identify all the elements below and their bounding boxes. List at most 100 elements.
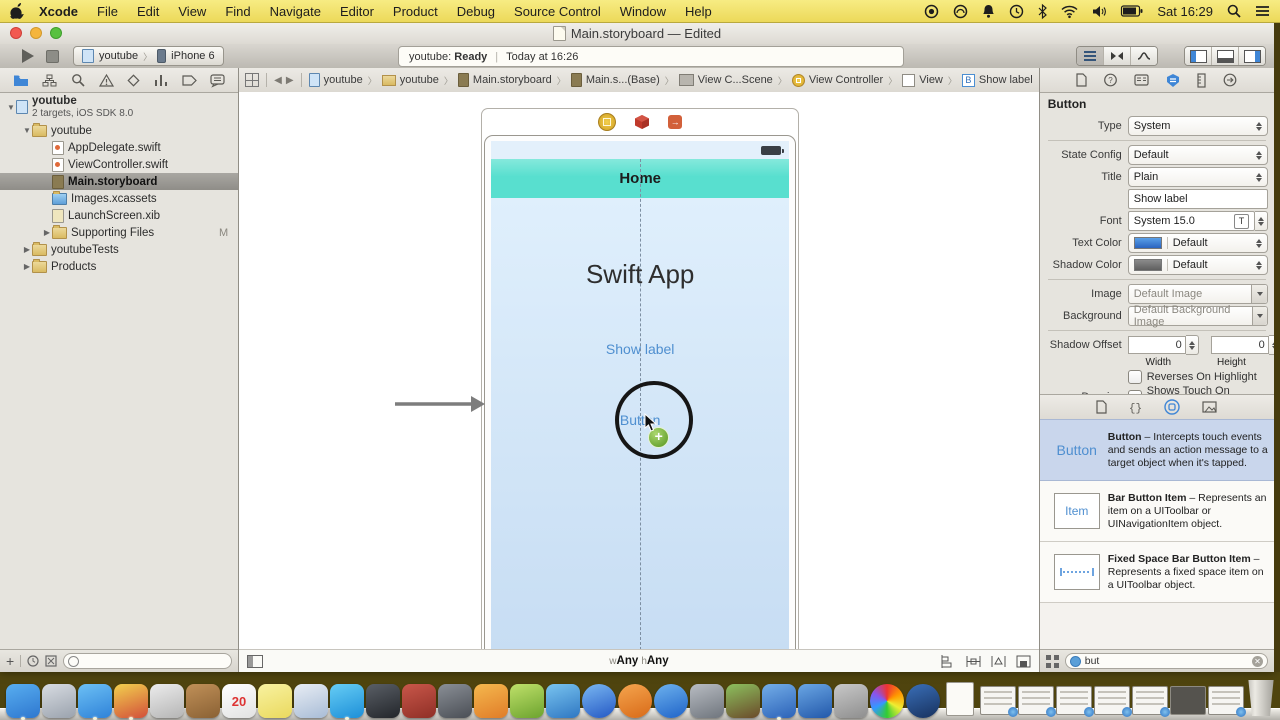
menu-item-xcode[interactable]: Xcode [39, 4, 78, 19]
add-button[interactable]: + [6, 653, 14, 669]
xcode-dock-icon[interactable] [762, 684, 796, 720]
pin-button[interactable] [966, 655, 981, 668]
forward-button[interactable]: ▶ [286, 75, 294, 86]
dark-window-dock-icon[interactable] [1170, 686, 1206, 718]
first-responder-icon[interactable] [634, 114, 650, 130]
crumb-base[interactable]: Main.s...(Base) [570, 73, 660, 87]
view-controller-scene[interactable]: Home Swift App Show label Button [481, 108, 800, 650]
scheme-selector[interactable]: youtube 〉 iPhone 6 [73, 46, 224, 66]
back-button[interactable]: ◀ [274, 75, 282, 86]
group-row-supporting-files[interactable]: ▶ Supporting Files M [0, 224, 238, 241]
pages-dock-icon[interactable] [474, 684, 508, 718]
stop-button[interactable] [46, 49, 59, 63]
menu-item-view[interactable]: View [178, 4, 206, 19]
file-row-launchscreen[interactable]: LaunchScreen.xib [0, 207, 238, 224]
project-navigator-icon[interactable] [13, 74, 29, 87]
minimized-window-1-dock-icon[interactable] [980, 686, 1018, 718]
time-machine-icon[interactable] [1009, 4, 1024, 19]
menu-item-help[interactable]: Help [685, 4, 712, 19]
object-library-icon[interactable] [1164, 399, 1181, 415]
font-picker-icon[interactable]: T [1234, 213, 1249, 229]
test-navigator-icon[interactable] [127, 73, 140, 87]
run-button[interactable] [22, 49, 34, 63]
bluetooth-icon[interactable] [1038, 3, 1048, 19]
identity-inspector-icon[interactable] [1134, 74, 1149, 86]
connections-inspector-icon[interactable] [1223, 73, 1237, 87]
reverses-on-highlight-checkbox[interactable] [1127, 369, 1142, 384]
find-navigator-icon[interactable] [71, 73, 85, 87]
crumb-storyboard[interactable]: Main.storyboard [457, 73, 552, 87]
assistant-editor-button[interactable] [1103, 47, 1130, 65]
media-library-icon[interactable] [1202, 401, 1217, 413]
clear-filter-icon[interactable]: ✕ [1252, 655, 1263, 667]
standard-editor-button[interactable] [1077, 47, 1103, 65]
font-size-stepper[interactable] [1255, 211, 1268, 231]
keynote-dock-icon[interactable] [546, 684, 580, 718]
crumb-view[interactable]: View [902, 73, 943, 87]
menu-item-source-control[interactable]: Source Control [514, 4, 601, 19]
attributes-inspector-icon[interactable] [1166, 73, 1180, 88]
zoom-window-button[interactable] [50, 27, 62, 39]
text-color-well[interactable]: Default [1127, 233, 1268, 253]
crumb-view-controller[interactable]: View Controller [791, 73, 883, 87]
crumb-group[interactable]: youtube [381, 74, 439, 86]
document-outline-toggle[interactable] [247, 654, 264, 668]
code-snippet-library-icon[interactable]: {} [1129, 401, 1142, 415]
crumb-show-label[interactable]: B Show label [961, 73, 1033, 87]
itunes-dock-icon[interactable] [582, 684, 616, 718]
creative-cloud-icon[interactable] [953, 4, 968, 19]
stickies-dock-icon[interactable] [258, 684, 292, 718]
toggle-navigator-button[interactable] [1185, 47, 1211, 65]
background-combo[interactable]: Default Background Image [1127, 304, 1268, 328]
disclosure-triangle[interactable]: ▼ [6, 103, 16, 112]
symbol-navigator-icon[interactable] [42, 74, 57, 87]
font-field[interactable]: System 15.0 T [1127, 211, 1255, 231]
library-view-mode-icon[interactable] [1045, 654, 1059, 668]
storyboard-canvas[interactable]: Home Swift App Show label Button + [239, 92, 1039, 650]
launchpad-dock-icon[interactable] [42, 684, 76, 718]
system-preferences-dock-icon[interactable] [690, 684, 724, 718]
minimize-window-button[interactable] [30, 27, 42, 39]
title-text-field[interactable]: Show label [1127, 189, 1268, 209]
image-tools-dock-icon[interactable] [834, 684, 868, 718]
debug-navigator-icon[interactable] [154, 74, 168, 87]
file-row-viewcontroller[interactable]: ViewController.swift [0, 156, 238, 173]
title-bar[interactable]: Main.storyboard — Edited [0, 22, 1274, 45]
minimized-window-2-dock-icon[interactable] [1018, 686, 1056, 718]
library-item-button[interactable]: Button Button – Intercepts touch events … [1039, 419, 1274, 481]
xcode-beta-dock-icon[interactable] [798, 684, 832, 718]
file-row-main-storyboard[interactable]: Main.storyboard [0, 173, 239, 190]
file-row-images-xcassets[interactable]: Images.xcassets [0, 190, 238, 207]
state-config-popup[interactable]: Default [1127, 145, 1268, 165]
menu-item-navigate[interactable]: Navigate [270, 4, 321, 19]
numbers-dock-icon[interactable] [510, 684, 544, 718]
mail-dock-icon[interactable] [294, 684, 328, 718]
menu-item-product[interactable]: Product [393, 4, 438, 19]
resolve-auto-layout-issues-button[interactable] [991, 655, 1006, 668]
notification-center-icon[interactable] [1255, 5, 1270, 17]
library-item-bar-button-item[interactable]: Item Bar Button Item – Represents an ite… [1039, 481, 1274, 542]
unsaved-files-filter-icon[interactable] [45, 655, 57, 667]
menu-item-edit[interactable]: Edit [137, 4, 159, 19]
group-row-products[interactable]: ▶ Products [0, 258, 238, 275]
app-store-dock-icon[interactable] [654, 684, 688, 718]
browser-window-dock-icon[interactable] [1208, 686, 1246, 718]
size-inspector-icon[interactable] [1197, 72, 1206, 88]
quick-help-inspector-icon[interactable]: ? [1104, 73, 1118, 87]
photos-dock-icon[interactable] [150, 684, 184, 718]
type-popup[interactable]: System [1127, 116, 1268, 136]
related-items-icon[interactable] [245, 73, 260, 87]
report-navigator-icon[interactable] [210, 73, 225, 88]
project-row[interactable]: ▼ youtube 2 targets, iOS SDK 8.0 [0, 92, 238, 122]
file-inspector-icon[interactable] [1076, 73, 1087, 87]
finder-dock-icon[interactable] [6, 684, 40, 720]
file-row-appdelegate[interactable]: AppDelegate.swift [0, 139, 238, 156]
group-row-youtube[interactable]: ▼ youtube [0, 122, 238, 139]
menu-clock[interactable]: Sat 16:29 [1157, 4, 1213, 19]
minecraft-dock-icon[interactable] [726, 684, 760, 718]
navigator-filter-field[interactable] [63, 653, 233, 669]
crumb-project[interactable]: youtube [308, 73, 363, 87]
screen-record-icon[interactable] [924, 4, 939, 19]
ibooks-dock-icon[interactable] [618, 684, 652, 718]
breakpoint-navigator-icon[interactable] [182, 74, 197, 86]
